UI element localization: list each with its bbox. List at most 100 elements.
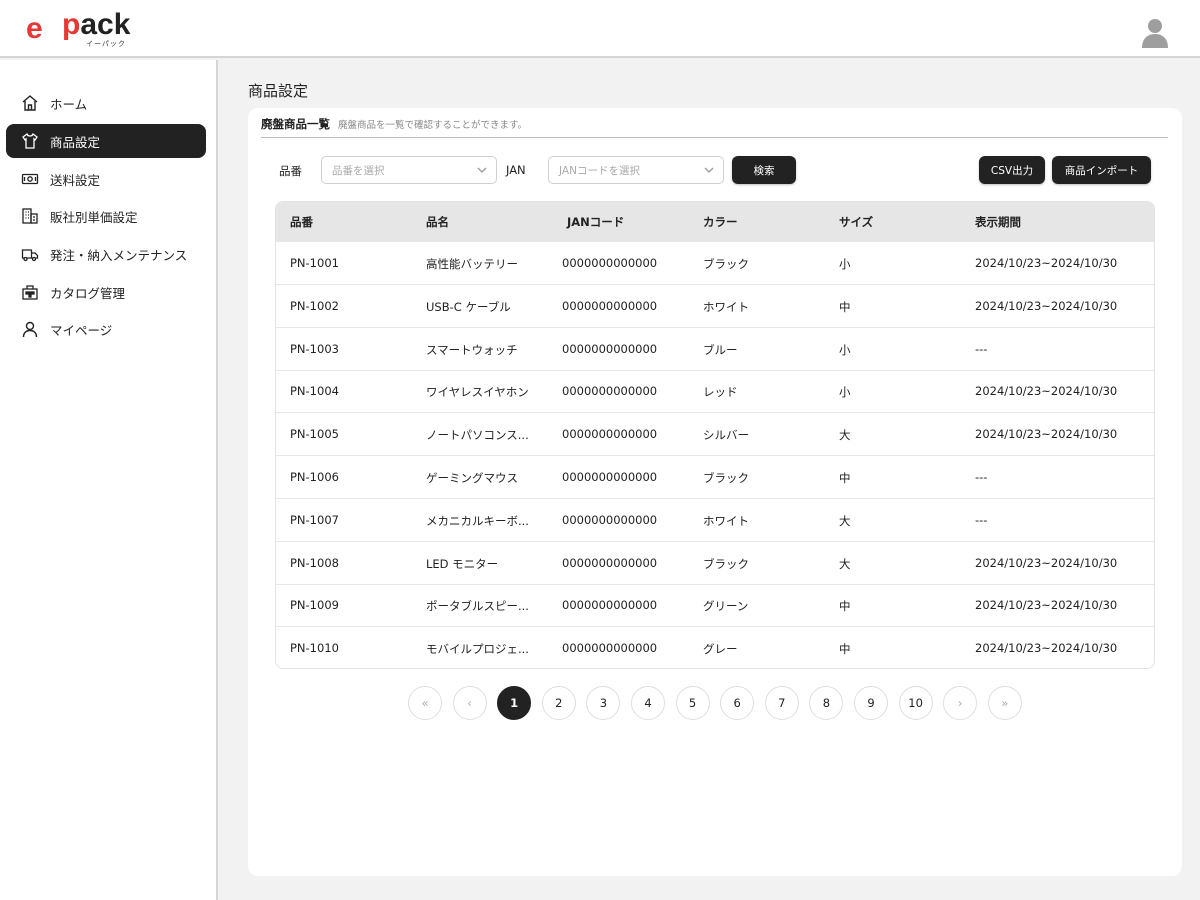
column-header-product-name: 品名 (426, 215, 449, 229)
sidebar-item-catalog[interactable]: カタログ管理 (6, 275, 206, 309)
table-row[interactable]: PN-1001 高性能バッテリー 0000000000000 ブラック 小 2024/10… (276, 242, 1154, 285)
cell-product-name: USB-C ケーブル (426, 299, 511, 314)
table-row[interactable]: PN-1006 ゲーミングマウス 0000000000000 ブラック 中 --- (276, 456, 1154, 499)
cell-color: シルバー (703, 428, 749, 443)
money-icon (20, 169, 40, 189)
cell-color: ホワイト (703, 299, 749, 314)
home-icon (20, 93, 40, 113)
cell-product-name: 高性能バッテリー (426, 257, 518, 271)
cell-jan: 0000000000000 (562, 512, 658, 527)
search-button[interactable]: 検索 (732, 156, 796, 184)
page-button-9[interactable]: 9 (854, 686, 888, 720)
page-title: 商品設定 (248, 82, 309, 100)
table-row[interactable]: PN-1007 メカニカルキーボ... 0000000000000 ホワイト 大 --- (276, 499, 1154, 542)
page-button-10[interactable]: 10 (898, 686, 933, 720)
page-button-5[interactable]: 5 (675, 686, 710, 720)
sidebar-item-label: ホーム (50, 96, 88, 112)
jan-placeholder: JANコードを選択 (559, 164, 640, 177)
cell-display-period: --- (975, 512, 988, 527)
pagination: « ‹ 1 2 3 4 5 6 7 8 9 10 › » (408, 686, 1028, 722)
cell-color: ブルー (703, 342, 738, 357)
logo-pack: pack (62, 10, 130, 40)
page-button-3[interactable]: 3 (586, 686, 621, 720)
logo-e: e (26, 12, 43, 45)
chevron-down-icon (476, 164, 488, 176)
cell-product-no: PN-1006 (290, 470, 339, 484)
cell-size: 大 (839, 428, 851, 443)
sidebar-item-label: 送料設定 (50, 172, 101, 188)
logo-p: p (62, 8, 81, 41)
user-avatar-icon[interactable] (1140, 16, 1170, 48)
sidebar-item-product-settings[interactable]: 商品設定 (6, 124, 206, 158)
table-row[interactable]: PN-1003 スマートウォッチ 0000000000000 ブルー 小 --- (276, 328, 1154, 371)
jan-label: JAN (506, 163, 526, 177)
sidebar-item-label: マイページ (50, 322, 113, 338)
page-button-4[interactable]: 4 (631, 686, 665, 720)
page-button-8[interactable]: 8 (809, 686, 844, 720)
cell-product-no: PN-1003 (290, 341, 339, 356)
table-row[interactable]: PN-1004 ワイヤレスイヤホン 0000000000000 レッド 小 2024/10… (276, 370, 1154, 414)
cell-display-period: 2024/10/23~2024/10/30 (975, 427, 1118, 442)
cell-color: グレー (703, 642, 738, 657)
cell-product-name: ワイヤレスイヤホン (426, 385, 529, 400)
logo-ack: ack (80, 8, 131, 41)
cell-jan: 0000000000000 (562, 598, 658, 613)
last-page-button[interactable]: » (987, 686, 1022, 720)
jan-select[interactable]: JANコードを選択 (548, 156, 724, 184)
product-no-label: 品番 (279, 164, 302, 178)
cell-color: ブラック (703, 257, 749, 271)
sidebar-item-label: 商品設定 (50, 134, 101, 150)
product-no-placeholder: 品番を選択 (332, 164, 385, 177)
column-header-jan: JANコード (567, 215, 625, 229)
building-icon (20, 206, 40, 226)
product-no-select[interactable]: 品番を選択 (321, 156, 497, 184)
first-page-button[interactable]: « (408, 686, 442, 720)
shirt-icon (20, 131, 40, 151)
card-description: 廃盤商品を一覧で確認することができます。 (338, 120, 528, 131)
cell-display-period: 2024/10/23~2024/10/30 (975, 384, 1118, 399)
csv-export-button[interactable]: CSV出力 (979, 156, 1045, 184)
column-header-display-period: 表示期間 (975, 215, 1021, 229)
cell-size: 小 (839, 342, 851, 357)
page-button-6[interactable]: 6 (720, 686, 755, 720)
cell-product-name: ゲーミングマウス (426, 471, 518, 485)
cell-display-period: 2024/10/23~2024/10/30 (975, 641, 1118, 656)
app-header: e pack イーパック (0, 0, 1200, 58)
table-row[interactable]: PN-1005 ノートパソコンス... 0000000000000 シルバー 大 2024… (276, 413, 1154, 457)
table-row[interactable]: PN-1010 モバイルプロジェ... 0000000000000 グレー 中 2024/… (276, 627, 1154, 668)
page-button-7[interactable]: 7 (764, 686, 799, 720)
page-button-2[interactable]: 2 (541, 686, 576, 720)
next-page-button[interactable]: › (943, 686, 978, 720)
chevron-down-icon (703, 164, 715, 176)
epack-logo[interactable]: e pack イーパック (26, 10, 130, 50)
product-import-button[interactable]: 商品インポート (1052, 156, 1151, 184)
truck-icon (20, 244, 40, 264)
cell-size: 大 (839, 513, 851, 528)
card-header: 廃盤商品一覧 廃盤商品を一覧で確認することができます。 (261, 116, 1168, 138)
cell-jan: 0000000000000 (562, 555, 658, 570)
sidebar: ホーム 商品設定 送料設定 販社別単価設定 発注・納入メンテナンス カタログ管理 (0, 60, 218, 900)
cell-product-name: モバイルプロジェ... (426, 642, 529, 657)
table-row[interactable]: PN-1008 LED モニター 0000000000000 ブラック 大 2024/10… (276, 542, 1154, 585)
cell-size: 中 (839, 471, 851, 485)
cell-display-period: 2024/10/23~2024/10/30 (975, 598, 1118, 613)
table-row[interactable]: PN-1009 ポータブルスピー... 0000000000000 グリーン 中 2024… (276, 584, 1154, 628)
sidebar-item-shipping-settings[interactable]: 送料設定 (6, 162, 206, 196)
table-row[interactable]: PN-1002 USB-C ケーブル 0000000000000 ホワイト 中 2024/… (276, 285, 1154, 328)
sidebar-item-order-delivery[interactable]: 発注・納入メンテナンス (6, 237, 206, 271)
cell-display-period: 2024/10/23~2024/10/30 (975, 555, 1118, 570)
sidebar-item-company-pricing[interactable]: 販社別単価設定 (6, 199, 206, 233)
person-icon (20, 319, 40, 339)
cell-size: 中 (839, 299, 851, 314)
sidebar-item-home[interactable]: ホーム (6, 86, 206, 120)
cell-product-no: PN-1005 (290, 427, 339, 442)
logo-subtitle: イーパック (86, 40, 126, 48)
cell-product-no: PN-1001 (290, 256, 339, 270)
cell-product-no: PN-1009 (290, 598, 339, 613)
sidebar-item-mypage[interactable]: マイページ (6, 312, 206, 346)
cell-size: 小 (839, 257, 851, 271)
cell-size: 大 (839, 556, 851, 571)
prev-page-button[interactable]: ‹ (452, 686, 487, 720)
page-button-1[interactable]: 1 (497, 686, 532, 720)
cell-jan: 0000000000000 (562, 427, 658, 442)
